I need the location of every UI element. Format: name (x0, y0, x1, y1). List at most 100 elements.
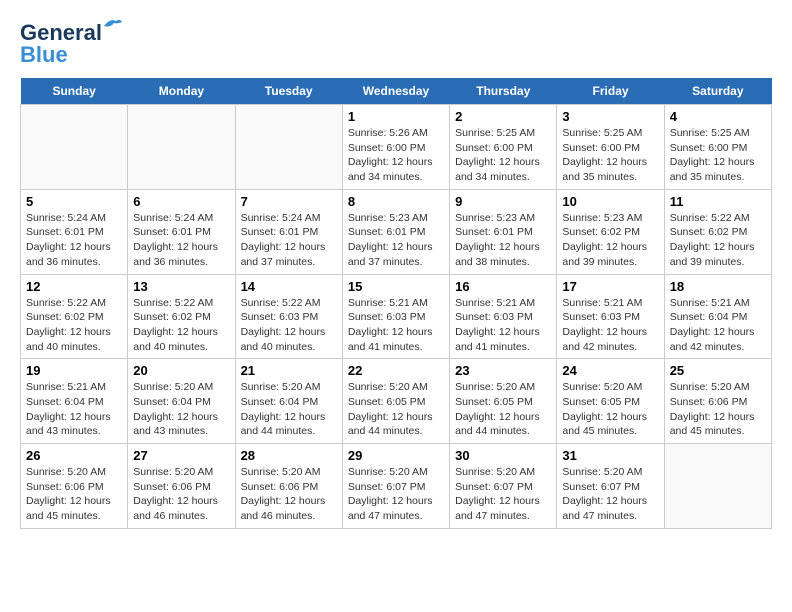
day-info: Sunrise: 5:25 AMSunset: 6:00 PMDaylight:… (670, 126, 766, 185)
day-number: 10 (562, 194, 658, 209)
logo-bird-icon (102, 16, 124, 34)
calendar-cell: 3 Sunrise: 5:25 AMSunset: 6:00 PMDaylight… (557, 105, 664, 190)
day-info: Sunrise: 5:20 AMSunset: 6:07 PMDaylight:… (348, 465, 444, 524)
day-number: 26 (26, 448, 122, 463)
calendar-cell: 11 Sunrise: 5:22 AMSunset: 6:02 PMDayligh… (664, 189, 771, 274)
calendar-cell: 22 Sunrise: 5:20 AMSunset: 6:05 PMDayligh… (342, 359, 449, 444)
calendar-cell: 26 Sunrise: 5:20 AMSunset: 6:06 PMDayligh… (21, 444, 128, 529)
calendar-table: SundayMondayTuesdayWednesdayThursdayFrid… (20, 78, 772, 529)
day-info: Sunrise: 5:21 AMSunset: 6:03 PMDaylight:… (348, 296, 444, 355)
day-number: 29 (348, 448, 444, 463)
day-header-wednesday: Wednesday (342, 78, 449, 105)
day-header-sunday: Sunday (21, 78, 128, 105)
day-number: 25 (670, 363, 766, 378)
day-header-tuesday: Tuesday (235, 78, 342, 105)
day-info: Sunrise: 5:20 AMSunset: 6:06 PMDaylight:… (670, 380, 766, 439)
day-info: Sunrise: 5:20 AMSunset: 6:05 PMDaylight:… (348, 380, 444, 439)
day-number: 13 (133, 279, 229, 294)
day-info: Sunrise: 5:22 AMSunset: 6:02 PMDaylight:… (133, 296, 229, 355)
calendar-cell: 10 Sunrise: 5:23 AMSunset: 6:02 PMDayligh… (557, 189, 664, 274)
calendar-cell (128, 105, 235, 190)
day-info: Sunrise: 5:22 AMSunset: 6:02 PMDaylight:… (670, 211, 766, 270)
calendar-cell: 25 Sunrise: 5:20 AMSunset: 6:06 PMDayligh… (664, 359, 771, 444)
day-info: Sunrise: 5:26 AMSunset: 6:00 PMDaylight:… (348, 126, 444, 185)
day-info: Sunrise: 5:21 AMSunset: 6:04 PMDaylight:… (26, 380, 122, 439)
day-info: Sunrise: 5:20 AMSunset: 6:06 PMDaylight:… (26, 465, 122, 524)
day-number: 12 (26, 279, 122, 294)
day-number: 24 (562, 363, 658, 378)
day-info: Sunrise: 5:20 AMSunset: 6:05 PMDaylight:… (455, 380, 551, 439)
calendar-cell: 14 Sunrise: 5:22 AMSunset: 6:03 PMDayligh… (235, 274, 342, 359)
day-number: 7 (241, 194, 337, 209)
day-number: 1 (348, 109, 444, 124)
day-number: 21 (241, 363, 337, 378)
day-number: 16 (455, 279, 551, 294)
calendar-week-1: 1 Sunrise: 5:26 AMSunset: 6:00 PMDaylight… (21, 105, 772, 190)
day-number: 23 (455, 363, 551, 378)
day-number: 6 (133, 194, 229, 209)
day-header-monday: Monday (128, 78, 235, 105)
day-number: 20 (133, 363, 229, 378)
day-number: 4 (670, 109, 766, 124)
calendar-cell: 21 Sunrise: 5:20 AMSunset: 6:04 PMDayligh… (235, 359, 342, 444)
calendar-cell: 5 Sunrise: 5:24 AMSunset: 6:01 PMDaylight… (21, 189, 128, 274)
day-number: 31 (562, 448, 658, 463)
calendar-cell: 24 Sunrise: 5:20 AMSunset: 6:05 PMDayligh… (557, 359, 664, 444)
day-number: 15 (348, 279, 444, 294)
day-info: Sunrise: 5:20 AMSunset: 6:07 PMDaylight:… (455, 465, 551, 524)
calendar-cell: 31 Sunrise: 5:20 AMSunset: 6:07 PMDayligh… (557, 444, 664, 529)
calendar-cell: 9 Sunrise: 5:23 AMSunset: 6:01 PMDaylight… (450, 189, 557, 274)
day-info: Sunrise: 5:24 AMSunset: 6:01 PMDaylight:… (26, 211, 122, 270)
day-number: 9 (455, 194, 551, 209)
calendar-cell: 29 Sunrise: 5:20 AMSunset: 6:07 PMDayligh… (342, 444, 449, 529)
day-number: 30 (455, 448, 551, 463)
calendar-cell: 8 Sunrise: 5:23 AMSunset: 6:01 PMDaylight… (342, 189, 449, 274)
calendar-cell: 28 Sunrise: 5:20 AMSunset: 6:06 PMDayligh… (235, 444, 342, 529)
day-info: Sunrise: 5:20 AMSunset: 6:05 PMDaylight:… (562, 380, 658, 439)
day-info: Sunrise: 5:20 AMSunset: 6:07 PMDaylight:… (562, 465, 658, 524)
day-info: Sunrise: 5:22 AMSunset: 6:03 PMDaylight:… (241, 296, 337, 355)
calendar-cell: 6Sunrise: 5:24 AMSunset: 6:01 PMDaylight… (128, 189, 235, 274)
day-info: Sunrise: 5:20 AMSunset: 6:04 PMDaylight:… (241, 380, 337, 439)
day-number: 22 (348, 363, 444, 378)
day-info: Sunrise: 5:23 AMSunset: 6:01 PMDaylight:… (455, 211, 551, 270)
day-number: 3 (562, 109, 658, 124)
day-number: 19 (26, 363, 122, 378)
day-info: Sunrise: 5:21 AMSunset: 6:03 PMDaylight:… (455, 296, 551, 355)
day-info: Sunrise: 5:22 AMSunset: 6:02 PMDaylight:… (26, 296, 122, 355)
calendar-cell: 19 Sunrise: 5:21 AMSunset: 6:04 PMDayligh… (21, 359, 128, 444)
calendar-cell (235, 105, 342, 190)
day-info: Sunrise: 5:25 AMSunset: 6:00 PMDaylight:… (562, 126, 658, 185)
calendar-cell: 16 Sunrise: 5:21 AMSunset: 6:03 PMDayligh… (450, 274, 557, 359)
day-info: Sunrise: 5:23 AMSunset: 6:01 PMDaylight:… (348, 211, 444, 270)
calendar-cell: 7 Sunrise: 5:24 AMSunset: 6:01 PMDaylight… (235, 189, 342, 274)
calendar-cell: 15 Sunrise: 5:21 AMSunset: 6:03 PMDayligh… (342, 274, 449, 359)
calendar-cell: 13 Sunrise: 5:22 AMSunset: 6:02 PMDayligh… (128, 274, 235, 359)
day-info: Sunrise: 5:25 AMSunset: 6:00 PMDaylight:… (455, 126, 551, 185)
day-number: 17 (562, 279, 658, 294)
calendar-week-3: 12 Sunrise: 5:22 AMSunset: 6:02 PMDayligh… (21, 274, 772, 359)
day-header-saturday: Saturday (664, 78, 771, 105)
logo-general: General (20, 20, 102, 45)
day-info: Sunrise: 5:20 AMSunset: 6:04 PMDaylight:… (133, 380, 229, 439)
calendar-cell: 12 Sunrise: 5:22 AMSunset: 6:02 PMDayligh… (21, 274, 128, 359)
day-number: 28 (241, 448, 337, 463)
day-number: 5 (26, 194, 122, 209)
logo: General Blue (20, 20, 102, 68)
calendar-week-2: 5 Sunrise: 5:24 AMSunset: 6:01 PMDaylight… (21, 189, 772, 274)
calendar-cell: 27Sunrise: 5:20 AMSunset: 6:06 PMDayligh… (128, 444, 235, 529)
day-info: Sunrise: 5:20 AMSunset: 6:06 PMDaylight:… (241, 465, 337, 524)
calendar-cell: 17Sunrise: 5:21 AMSunset: 6:03 PMDayligh… (557, 274, 664, 359)
calendar-cell: 23 Sunrise: 5:20 AMSunset: 6:05 PMDayligh… (450, 359, 557, 444)
calendar-cell: 30 Sunrise: 5:20 AMSunset: 6:07 PMDayligh… (450, 444, 557, 529)
calendar-cell (21, 105, 128, 190)
day-info: Sunrise: 5:21 AMSunset: 6:04 PMDaylight:… (670, 296, 766, 355)
calendar-week-5: 26 Sunrise: 5:20 AMSunset: 6:06 PMDayligh… (21, 444, 772, 529)
day-number: 8 (348, 194, 444, 209)
day-number: 11 (670, 194, 766, 209)
day-info: Sunrise: 5:24 AMSunset: 6:01 PMDaylight:… (241, 211, 337, 270)
day-header-friday: Friday (557, 78, 664, 105)
day-number: 14 (241, 279, 337, 294)
day-number: 27 (133, 448, 229, 463)
day-info: Sunrise: 5:23 AMSunset: 6:02 PMDaylight:… (562, 211, 658, 270)
